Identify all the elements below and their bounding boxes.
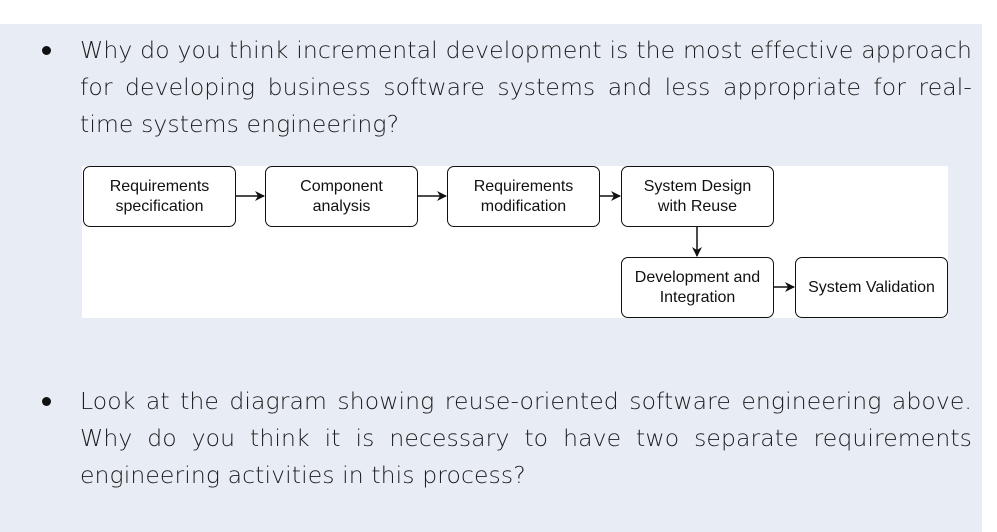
node-component-analysis: Component analysis (265, 166, 418, 227)
question-text: Look at the diagram showing reuse-orient… (80, 387, 972, 489)
bullet-icon (42, 397, 51, 406)
node-requirements-modification: Requirements modification (447, 166, 600, 227)
node-requirements-specification: Requirements specification (83, 166, 236, 227)
bullet-icon (42, 46, 51, 55)
reuse-process-diagram: Requirements specification Component ana… (82, 166, 948, 318)
question-text: Why do you think incremental development… (80, 36, 972, 138)
node-system-validation: System Validation (795, 257, 948, 318)
node-development-and-integration: Development and Integration (621, 257, 774, 318)
node-system-design-with-reuse: System Design with Reuse (621, 166, 774, 227)
